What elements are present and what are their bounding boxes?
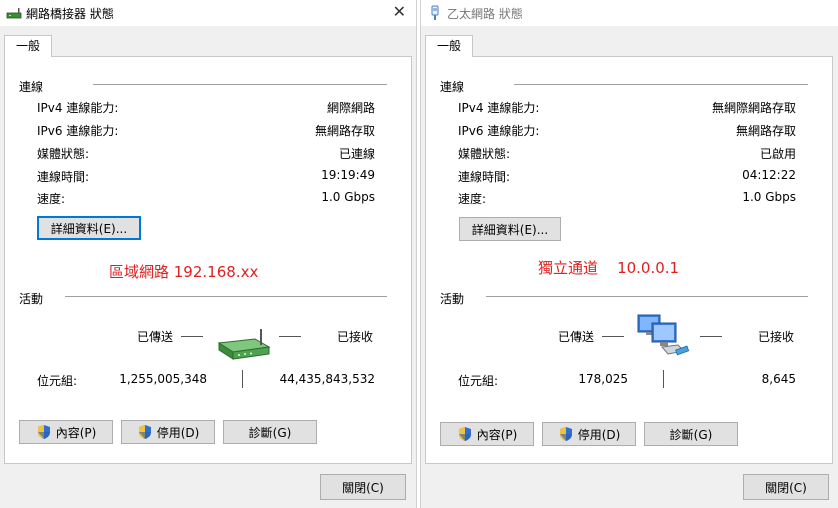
bytes-sent-value: 1,255,005,348 [119, 372, 207, 386]
ipv6-value: 無網路存取 [735, 124, 796, 138]
duration-value: 19:19:49 [321, 168, 375, 182]
sent-label: 已傳送 [137, 330, 174, 344]
ipv4-label: IPv4 連線能力: [458, 101, 540, 115]
received-line [279, 336, 301, 337]
ipv6-value: 無網路存取 [314, 124, 375, 138]
sent-line [602, 336, 624, 337]
media-state-value: 已連線 [338, 147, 375, 161]
diagnose-button[interactable]: 診斷(G) [223, 420, 317, 444]
router-icon [217, 329, 271, 360]
ipv6-label: IPv6 連線能力: [458, 124, 540, 138]
received-label: 已接收 [758, 330, 795, 344]
window-title: 網路橋接器 狀態 [26, 7, 114, 21]
duration-label: 連線時間: [458, 170, 511, 184]
speed-label: 速度: [458, 192, 487, 206]
general-panel: 連線 IPv4 連線能力: 無網際網路存取 IPv6 連線能力: 無網路存取 媒… [425, 56, 833, 464]
diagnose-button[interactable]: 診斷(G) [644, 422, 738, 446]
details-button[interactable]: 詳細資料(E)... [37, 216, 141, 240]
sent-label: 已傳送 [558, 330, 595, 344]
ipv4-label: IPv4 連線能力: [37, 101, 119, 115]
uac-shield-icon [37, 425, 50, 439]
separator [663, 370, 664, 388]
ethernet-status-dialog: 乙太網路 狀態 一般 連線 IPv4 連線能力: 無網際網路存取 IPv6 連線… [420, 0, 838, 508]
duration-label: 連線時間: [37, 170, 90, 184]
details-button[interactable]: 詳細資料(E)... [459, 217, 561, 241]
ethernet-plug-icon [431, 5, 439, 20]
properties-label: 內容(P) [476, 427, 518, 442]
tab-general[interactable]: 一般 [4, 35, 52, 57]
bytes-received-value: 8,645 [761, 372, 796, 386]
media-state-label: 媒體狀態: [37, 147, 90, 161]
received-line [700, 336, 722, 337]
media-state-label: 媒體狀態: [458, 147, 511, 161]
annotation-text: 區域網路 192.168.xx [109, 263, 259, 281]
activity-header: 活動 [440, 292, 465, 306]
speed-label: 速度: [37, 192, 66, 206]
annotation-text: 獨立通道 10.0.0.1 [538, 259, 680, 277]
speed-value: 1.0 Gbps [321, 190, 375, 204]
title-bar: 乙太網路 狀態 [421, 0, 838, 26]
divider [65, 296, 387, 297]
bytes-sent-value: 178,025 [578, 372, 628, 386]
disable-button[interactable]: 停用(D) [542, 422, 636, 446]
media-state-value: 已啟用 [759, 147, 796, 161]
window-title: 乙太網路 狀態 [447, 7, 523, 21]
connection-header: 連線 [19, 80, 44, 94]
properties-label: 內容(P) [55, 425, 97, 440]
close-button[interactable]: 關閉(C) [320, 474, 406, 500]
ipv6-label: IPv6 連線能力: [37, 124, 119, 138]
speed-value: 1.0 Gbps [742, 190, 796, 204]
network-computers-icon [637, 314, 690, 356]
properties-button[interactable]: 內容(P) [440, 422, 534, 446]
title-bar: 網路橋接器 狀態 ✕ [0, 0, 416, 26]
disable-label: 停用(D) [156, 425, 200, 440]
activity-header: 活動 [19, 292, 44, 306]
uac-shield-icon [138, 425, 151, 439]
network-bridge-status-dialog: 網路橋接器 狀態 ✕ 一般 連線 IPv4 連線能力: 網際網路 IPv6 連線… [0, 0, 417, 508]
close-button[interactable]: 關閉(C) [743, 474, 829, 500]
ipv4-value: 網際網路 [326, 101, 375, 115]
connection-header: 連線 [440, 80, 465, 94]
disable-label: 停用(D) [577, 427, 621, 442]
disable-button[interactable]: 停用(D) [121, 420, 215, 444]
properties-button[interactable]: 內容(P) [19, 420, 113, 444]
network-bridge-icon [6, 8, 22, 19]
divider [514, 84, 808, 85]
tab-general[interactable]: 一般 [425, 35, 473, 57]
bytes-label: 位元組: [458, 374, 499, 388]
uac-shield-icon [559, 427, 572, 441]
bytes-label: 位元組: [37, 374, 78, 388]
bytes-received-value: 44,435,843,532 [279, 372, 375, 386]
separator [242, 370, 243, 388]
close-icon[interactable]: ✕ [393, 2, 406, 21]
uac-shield-icon [458, 427, 471, 441]
ipv4-value: 無網際網路存取 [711, 101, 796, 115]
divider [486, 296, 808, 297]
sent-line [181, 336, 203, 337]
received-label: 已接收 [337, 330, 374, 344]
general-panel: 連線 IPv4 連線能力: 網際網路 IPv6 連線能力: 無網路存取 媒體狀態… [4, 56, 412, 464]
divider [93, 84, 387, 85]
duration-value: 04:12:22 [742, 168, 796, 182]
